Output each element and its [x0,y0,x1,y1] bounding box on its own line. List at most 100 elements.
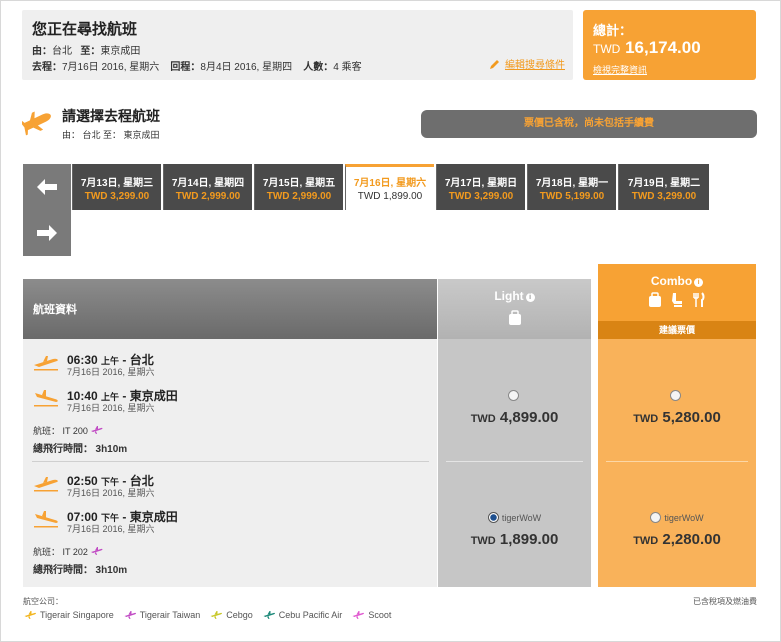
total-currency: TWD [593,42,621,56]
tigerair-taiwan-icon [91,426,103,434]
prev-dates-button[interactable] [23,164,71,210]
date-tab-price: TWD 3,299.00 [448,191,514,202]
price-notice: 票價已含稅，尚未包括手續費 [421,110,757,138]
date-tab[interactable]: 7月15日, 星期五 TWD 2,999.00 [254,164,343,210]
date-tab-date: 7月16日, 星期六 [353,178,427,189]
fare-currency: TWD [633,535,659,547]
landing-icon [34,511,58,528]
date-tab[interactable]: 7月19日, 星期二 TWD 3,299.00 [618,164,709,210]
date-tab[interactable]: 7月13日, 星期三 TWD 3,299.00 [72,164,161,210]
combo-recommended: 建議票價 [598,321,756,339]
edit-search-link[interactable]: 編輯搜尋條件 [489,56,565,71]
date-tab[interactable]: 7月14日, 星期四 TWD 2,999.00 [163,164,252,210]
date-tab-date: 7月19日, 星期二 [627,178,701,189]
date-tab-date: 7月18日, 星期一 [535,178,609,189]
flight-info-header: 航班資料 [23,279,437,339]
section-title: 請選擇去程航班 [62,108,160,124]
arr-date: 7月16日 2016, 星期六 [67,524,155,534]
people-label: 人數： [303,62,334,73]
flight-no: IT 202 [62,547,88,557]
depart-date: 7月16日 2016, 星期六 [62,62,160,73]
carry-on-bag-icon [508,310,521,325]
duration-value: 3h10m [95,444,128,455]
legend-item: Tigerair Taiwan [123,610,201,620]
row-divider [446,461,583,462]
total-label: 總計： [593,23,633,38]
to-label: 至： [80,46,101,57]
legend-label: Tigerair Taiwan [139,610,201,620]
legend-item: Scoot [351,610,391,620]
date-tab-date: 7月13日, 星期三 [80,178,154,189]
date-tab-price: TWD 1,899.00 [357,191,423,202]
row-divider [32,461,429,462]
return-date: 8月4日 2016, 星期四 [200,62,293,73]
fare-radio[interactable] [507,390,519,402]
fare-currency: TWD [470,535,496,547]
fare-price: 1,899.00 [499,531,559,548]
to-city: 東京成田 [100,46,141,57]
meal-icon [693,292,705,307]
date-tab-price: TWD 2,999.00 [175,191,241,202]
fare-radio-selected[interactable] [487,512,499,524]
total-box: 總計： TWD 16,174.00 檢視完整資訊 [583,10,756,80]
combo-fare-option[interactable]: TWD 5,280.00 [598,387,756,426]
plane-icon [24,611,36,619]
pencil-icon [490,59,499,69]
fare-radio[interactable] [650,512,662,524]
airline-legend-title: 航空公司： [23,597,63,606]
date-tab-price: TWD 3,299.00 [84,191,150,202]
date-tab-date: 7月14日, 星期四 [171,178,245,189]
fare-radio[interactable] [670,390,681,402]
legend-item: Tigerair Singapore [23,610,114,620]
next-dates-button[interactable] [23,210,71,256]
light-fare-header: Light i [438,279,591,339]
total-details-link[interactable]: 檢視完整資訊 [593,63,647,76]
total-value: 16,174.00 [625,38,701,57]
flight-number: 航班： IT 200 [33,424,103,437]
landing-icon [34,390,58,407]
date-tab-price: TWD 3,299.00 [631,191,697,202]
flight-label: 航班： [33,426,61,436]
date-tab[interactable]: 7月18日, 星期一 TWD 5,199.00 [527,164,616,210]
date-tab[interactable]: 7月17日, 星期日 TWD 3,299.00 [436,164,525,210]
flight-info-header-label: 航班資料 [33,304,77,316]
duration-value: 3h10m [95,565,128,576]
summary-route: 由：台北 至：東京成田 [32,42,140,57]
baggage-icon [649,292,661,307]
takeoff-icon [34,356,58,371]
fare-tag: tigerWoW [664,512,704,523]
info-icon[interactable]: i [694,278,704,287]
arrow-right-icon [37,225,57,241]
combo-fare-header: Combo i 建議票價 [598,264,756,339]
duration-label: 總飛行時間： [33,444,93,455]
combo-fare-column [598,339,756,587]
date-tab-selected[interactable]: 7月16日, 星期六 TWD 1,899.00 [345,164,434,210]
light-fare-option[interactable]: TWD 4,899.00 [438,387,591,426]
summary-dates: 去程：7月16日 2016, 星期六 回程：8月4日 2016, 星期四 人數：… [32,58,362,73]
arrow-left-icon [37,179,57,195]
plane-icon [263,611,275,619]
arr-date: 7月16日 2016, 星期六 [67,403,155,413]
duration-label: 總飛行時間： [33,565,93,576]
depart-label: 去程： [32,62,62,73]
light-fare-column [438,339,591,587]
fare-price: 2,280.00 [662,531,721,548]
light-fare-option[interactable]: tigerWoW TWD 1,899.00 [438,509,591,548]
summary-title: 您正在尋找航班 [32,21,138,38]
info-icon[interactable]: i [525,293,535,302]
people-count: 4 乘客 [333,62,362,73]
combo-fare-option[interactable]: tigerWoW TWD 2,280.00 [598,509,756,548]
total-amount: TWD 16,174.00 [593,38,701,58]
return-label: 回程： [170,62,201,73]
flight-duration: 總飛行時間： 3h10m [33,561,127,576]
seat-icon [672,293,682,307]
plane-icon [22,111,51,136]
legend-item: Cebu Pacific Air [262,610,342,620]
takeoff-icon [34,477,58,492]
legend-label: Scoot [368,610,392,620]
date-tab-price: TWD 2,999.00 [266,191,332,202]
plane-icon [352,611,365,619]
legend-label: Cebgo [226,610,253,620]
tigerair-taiwan-icon [91,547,103,555]
tax-info-link[interactable]: 已含稅項及燃油費 [693,596,757,607]
